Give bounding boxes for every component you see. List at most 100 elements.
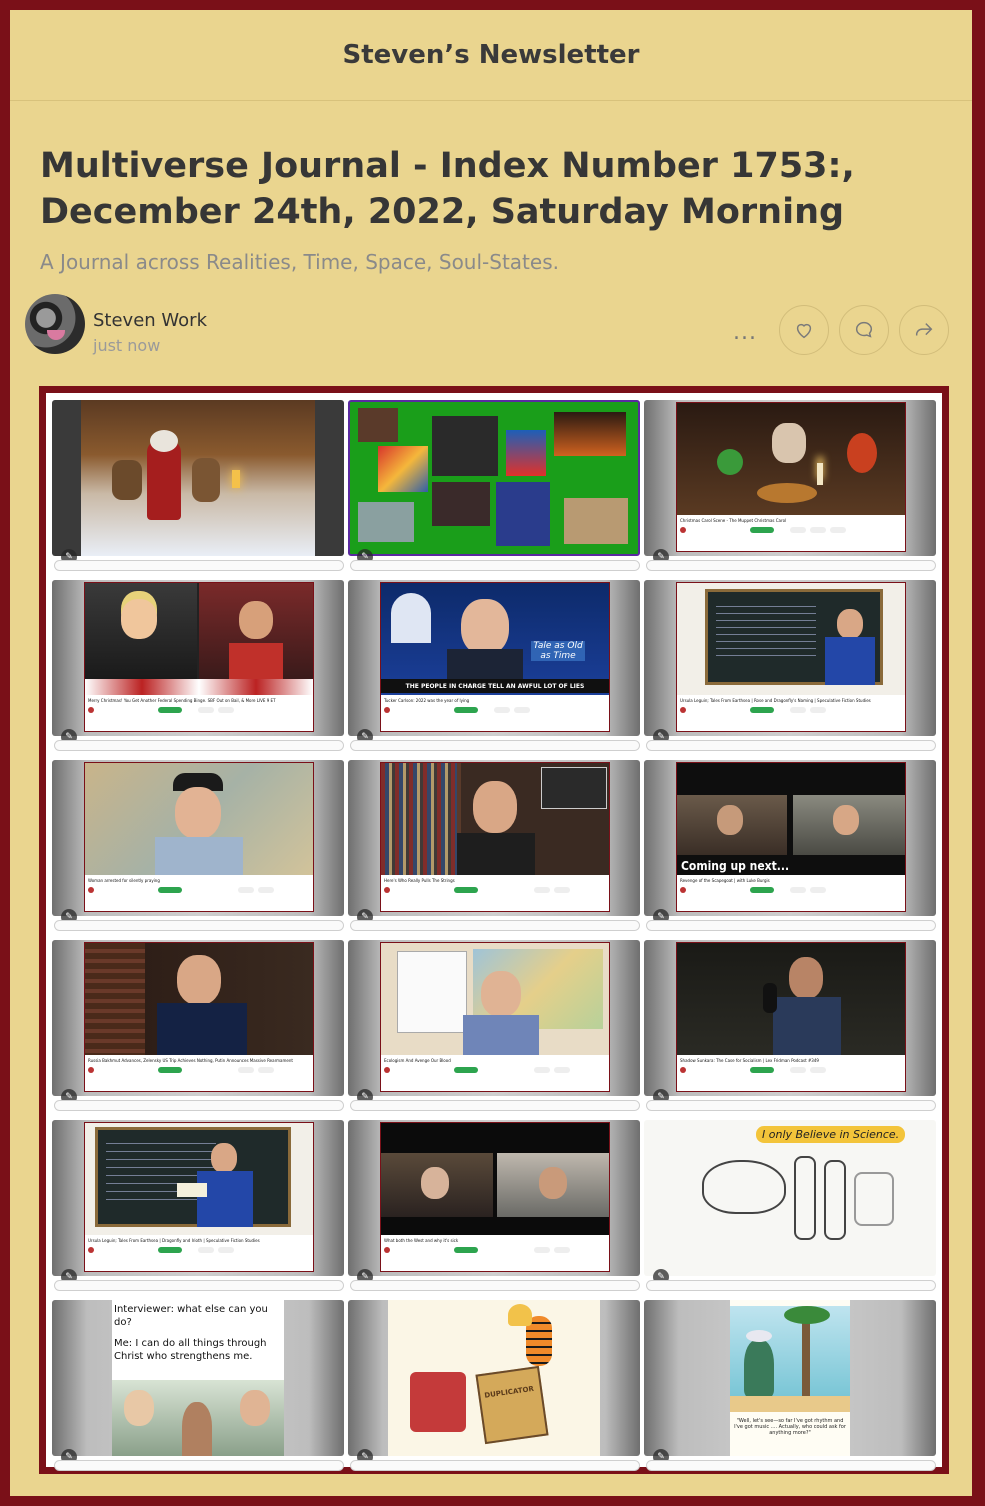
lantern (232, 470, 240, 488)
video-thumbnail[interactable]: Here's Who Really Pulls The Strings (348, 760, 640, 916)
video-frame[interactable]: Shadow Sunkara: The Case for Socialism |… (676, 942, 906, 1092)
video-player[interactable] (85, 1123, 313, 1235)
gallery-item[interactable]: Coming up next... Revenge of the Scapego… (644, 760, 936, 932)
video-meta-row (88, 1247, 310, 1255)
gallery-item[interactable]: ✎ (348, 400, 640, 572)
cartoon-caption: "Well, let's see—so far I've got rhythm … (734, 1418, 846, 1436)
puppet (847, 433, 877, 473)
video-frame[interactable]: Tale as Old as Time THE PEOPLE IN CHARGE… (380, 582, 610, 732)
gallery-item[interactable]: Here's Who Really Pulls The Strings ✎ (348, 760, 640, 932)
video-frame[interactable]: Christmas Carol Scene - The Muppet Chris… (676, 402, 906, 552)
video-player[interactable] (677, 403, 905, 515)
video-player[interactable] (85, 583, 313, 695)
post-page: Steven’s Newsletter Multiverse Journal -… (10, 10, 972, 1496)
video-thumbnail[interactable]: Ecologism And Avenge Our Blood (348, 940, 640, 1096)
video-title[interactable]: Russia Bakhmut Advances, Zelensky US Tri… (88, 1058, 310, 1064)
collage-image (554, 412, 626, 456)
video-frame[interactable]: Ecologism And Avenge Our Blood (380, 942, 610, 1092)
video-thumbnail[interactable]: Coming up next... Revenge of the Scapego… (644, 760, 936, 916)
gallery-item[interactable]: Russia Bakhmut Advances, Zelensky US Tri… (52, 940, 344, 1112)
video-title[interactable]: Revenge of the Scapegoat | with Luke Bur… (680, 878, 902, 884)
video-thumbnail[interactable]: Woman arrested for silently praying (52, 760, 344, 916)
video-player[interactable] (85, 943, 313, 1055)
video-frame[interactable]: Ursula Leguin; Tales From Earthsea | Dra… (84, 1122, 314, 1272)
duplicator-comic[interactable]: DUPLICATOR (348, 1300, 640, 1456)
video-thumbnail[interactable]: Christmas Carol Scene - The Muppet Chris… (644, 400, 936, 556)
video-player[interactable]: Coming up next... (677, 763, 905, 875)
santa-reindeer-painting[interactable] (52, 400, 344, 556)
video-thumbnail[interactable]: Ursula Leguin; Tales From Earthsea | Dra… (52, 1120, 344, 1276)
more-icon[interactable]: ... (733, 320, 757, 345)
video-frame[interactable]: Coming up next... Revenge of the Scapego… (676, 762, 906, 912)
video-player[interactable] (85, 763, 313, 875)
video-frame[interactable]: Woman arrested for silently praying (84, 762, 314, 912)
video-title[interactable]: Christmas Carol Scene - The Muppet Chris… (680, 518, 902, 524)
gallery-item[interactable]: ✎ (52, 400, 344, 572)
author-name[interactable]: Steven Work (93, 310, 207, 331)
interview-meme[interactable]: Interviewer: what else can you do? Me: I… (52, 1300, 344, 1456)
gallery-item[interactable]: Interviewer: what else can you do? Me: I… (52, 1300, 344, 1472)
video-player[interactable] (381, 943, 609, 1055)
gallery-item[interactable]: Merry Christmas! You Get Another Federal… (52, 580, 344, 752)
gallery-item[interactable]: What both the West and why it's sick ✎ (348, 1120, 640, 1292)
video-thumbnail[interactable]: What both the West and why it's sick (348, 1120, 640, 1276)
collage-image (378, 446, 428, 492)
gallery-item[interactable]: Shadow Sunkara: The Case for Socialism |… (644, 940, 936, 1112)
bookshelf (85, 943, 145, 1055)
video-title[interactable]: Ecologism And Avenge Our Blood (384, 1058, 606, 1064)
art-collage[interactable] (348, 400, 640, 556)
video-title[interactable]: Merry Christmas! You Get Another Federal… (88, 698, 310, 704)
video-frame[interactable]: What both the West and why it's sick (380, 1122, 610, 1272)
video-player[interactable] (381, 1123, 609, 1235)
gallery-item[interactable]: DUPLICATOR ✎ (348, 1300, 640, 1472)
gallery-item[interactable]: Ursula Leguin; Tales From Earthsea | Dra… (52, 1120, 344, 1292)
candle (817, 463, 823, 485)
comment-icon (856, 321, 873, 338)
video-frame[interactable]: Here's Who Really Pulls The Strings (380, 762, 610, 912)
video-thumbnail[interactable]: Shadow Sunkara: The Case for Socialism |… (644, 940, 936, 1096)
collage-image (358, 408, 398, 442)
bookshelf (381, 763, 457, 875)
share-button[interactable] (899, 305, 949, 355)
host-video (497, 1153, 609, 1217)
video-player[interactable] (677, 583, 905, 695)
video-title[interactable]: Ursula Leguin; Tales From Earthsea | Dra… (88, 1238, 310, 1244)
video-player[interactable] (381, 763, 609, 875)
video-frame[interactable]: Ursula Leguin; Tales From Earthsea | Ros… (676, 582, 906, 732)
video-title[interactable]: Ursula Leguin; Tales From Earthsea | Ros… (680, 698, 902, 704)
science-cartoon[interactable]: I only Believe in Science. (644, 1120, 936, 1276)
gallery-item[interactable]: Ursula Leguin; Tales From Earthsea | Ros… (644, 580, 936, 752)
gallery-item[interactable]: Tale as Old as Time THE PEOPLE IN CHARGE… (348, 580, 640, 752)
video-title[interactable]: Here's Who Really Pulls The Strings (384, 878, 606, 884)
gallery-item[interactable]: I only Believe in Science. ✎ (644, 1120, 936, 1292)
publication-name[interactable]: Steven’s Newsletter (342, 40, 639, 70)
video-player[interactable] (677, 943, 905, 1055)
video-thumbnail[interactable]: Russia Bakhmut Advances, Zelensky US Tri… (52, 940, 344, 1096)
gallery-item[interactable]: Christmas Carol Scene - The Muppet Chris… (644, 400, 936, 572)
turkey (757, 483, 817, 503)
video-title[interactable]: Woman arrested for silently praying (88, 878, 310, 884)
video-title[interactable]: Shadow Sunkara: The Case for Socialism |… (680, 1058, 902, 1064)
santa-beard (150, 430, 178, 452)
video-thumbnail[interactable]: Tale as Old as Time THE PEOPLE IN CHARGE… (348, 580, 640, 736)
puppet (717, 449, 743, 475)
gallery-item[interactable]: Woman arrested for silently praying ✎ (52, 760, 344, 932)
image-caption-bar (646, 920, 936, 931)
video-frame[interactable]: Merry Christmas! You Get Another Federal… (84, 582, 314, 732)
image-caption-bar (646, 740, 936, 751)
author-avatar[interactable] (25, 294, 85, 354)
collage-image (496, 482, 550, 546)
comment-button[interactable] (839, 305, 889, 355)
gallery-item[interactable]: Ecologism And Avenge Our Blood ✎ (348, 940, 640, 1112)
like-button[interactable] (779, 305, 829, 355)
video-thumbnail[interactable]: Ursula Leguin; Tales From Earthsea | Ros… (644, 580, 936, 736)
gallery-item[interactable]: "Well, let's see—so far I've got rhythm … (644, 1300, 936, 1472)
meme-text: Interviewer: what else can you do? Me: I… (112, 1300, 284, 1380)
host-video (793, 795, 905, 855)
genie-cartoon[interactable]: "Well, let's see—so far I've got rhythm … (644, 1300, 936, 1456)
video-title[interactable]: Tucker Carlson: 2022 was the year of lyi… (384, 698, 606, 704)
video-frame[interactable]: Russia Bakhmut Advances, Zelensky US Tri… (84, 942, 314, 1092)
video-thumbnail[interactable]: Merry Christmas! You Get Another Federal… (52, 580, 344, 736)
video-title[interactable]: What both the West and why it's sick (384, 1238, 606, 1244)
image-caption-bar (350, 1100, 640, 1111)
